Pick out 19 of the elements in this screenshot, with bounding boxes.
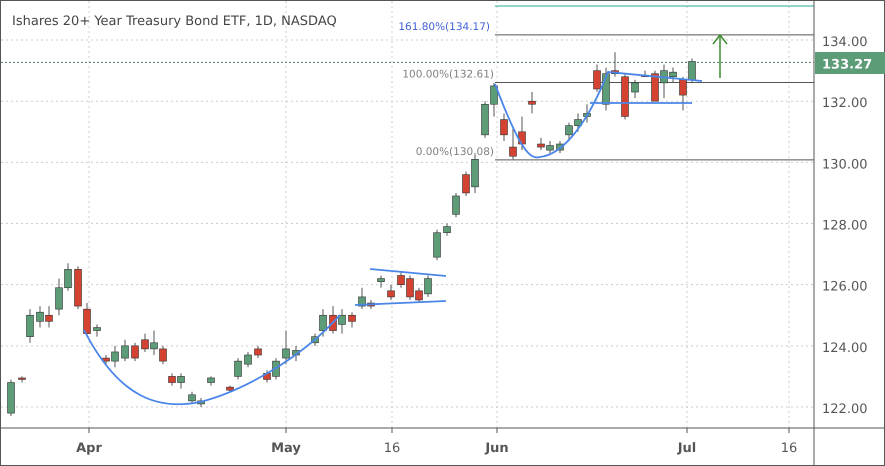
price-label: 134.00 bbox=[822, 35, 868, 50]
price-label: 130.00 bbox=[822, 157, 868, 172]
fib-level-label: 100.00%(132.61) bbox=[402, 68, 494, 81]
price-label: 122.00 bbox=[822, 402, 868, 417]
price-label: 124.00 bbox=[822, 340, 868, 356]
up-arrow bbox=[712, 34, 728, 78]
price-label: 132.00 bbox=[822, 96, 868, 112]
fib-level-label: 0.00%(130.08) bbox=[416, 146, 494, 158]
date-label: Apr bbox=[76, 441, 102, 456]
fib-level-label: 161.80%(134.17) bbox=[398, 20, 490, 33]
date-label: Jun bbox=[485, 441, 509, 456]
date-label: May bbox=[271, 441, 301, 456]
date-label: 16 bbox=[780, 441, 798, 456]
chart-title: Ishares 20+ Year Treasury Bond ETF, 1D, NASDAQ bbox=[12, 14, 337, 29]
price-label: 126.00 bbox=[822, 280, 868, 295]
date-label: 16 bbox=[384, 441, 400, 456]
date-label: Jul bbox=[678, 441, 696, 456]
price-label: 128.00 bbox=[822, 218, 868, 234]
current-price-badge: 133.27 bbox=[815, 52, 885, 74]
